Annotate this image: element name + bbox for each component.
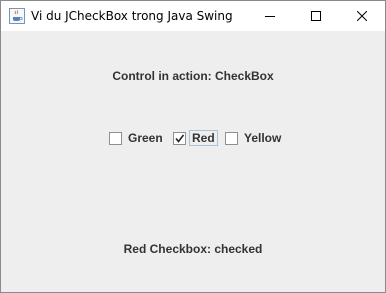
- minimize-button[interactable]: [247, 1, 293, 31]
- checkbox-yellow[interactable]: Yellow: [225, 129, 283, 147]
- checkbox-red[interactable]: Red: [173, 129, 218, 147]
- maximize-button[interactable]: [293, 1, 339, 31]
- minimize-icon: [265, 16, 275, 17]
- checkbox-label-yellow: Yellow: [244, 131, 282, 145]
- checkbox-label-green: Green: [128, 131, 163, 145]
- title-bar[interactable]: Vi du JCheckBox trong Java Swing: [1, 1, 385, 31]
- checkbox-box[interactable]: [225, 131, 238, 145]
- close-icon: [357, 11, 367, 21]
- checkmark-icon: [175, 134, 185, 143]
- java-cup-icon: [9, 8, 25, 24]
- checkbox-box[interactable]: [109, 131, 122, 145]
- header-label: Control in action: CheckBox: [112, 69, 274, 83]
- checkbox-green[interactable]: Green: [109, 129, 165, 147]
- app-window: Vi du JCheckBox trong Java Swing Control…: [0, 0, 386, 293]
- window-title: Vi du JCheckBox trong Java Swing: [31, 9, 233, 23]
- checkbox-box[interactable]: [173, 131, 186, 145]
- content-panel: Control in action: CheckBox Green Red Ye…: [1, 31, 385, 292]
- maximize-icon: [311, 11, 321, 21]
- close-button[interactable]: [339, 1, 385, 31]
- status-label: Red Checkbox: checked: [123, 242, 263, 256]
- checkbox-label-red: Red: [189, 130, 218, 146]
